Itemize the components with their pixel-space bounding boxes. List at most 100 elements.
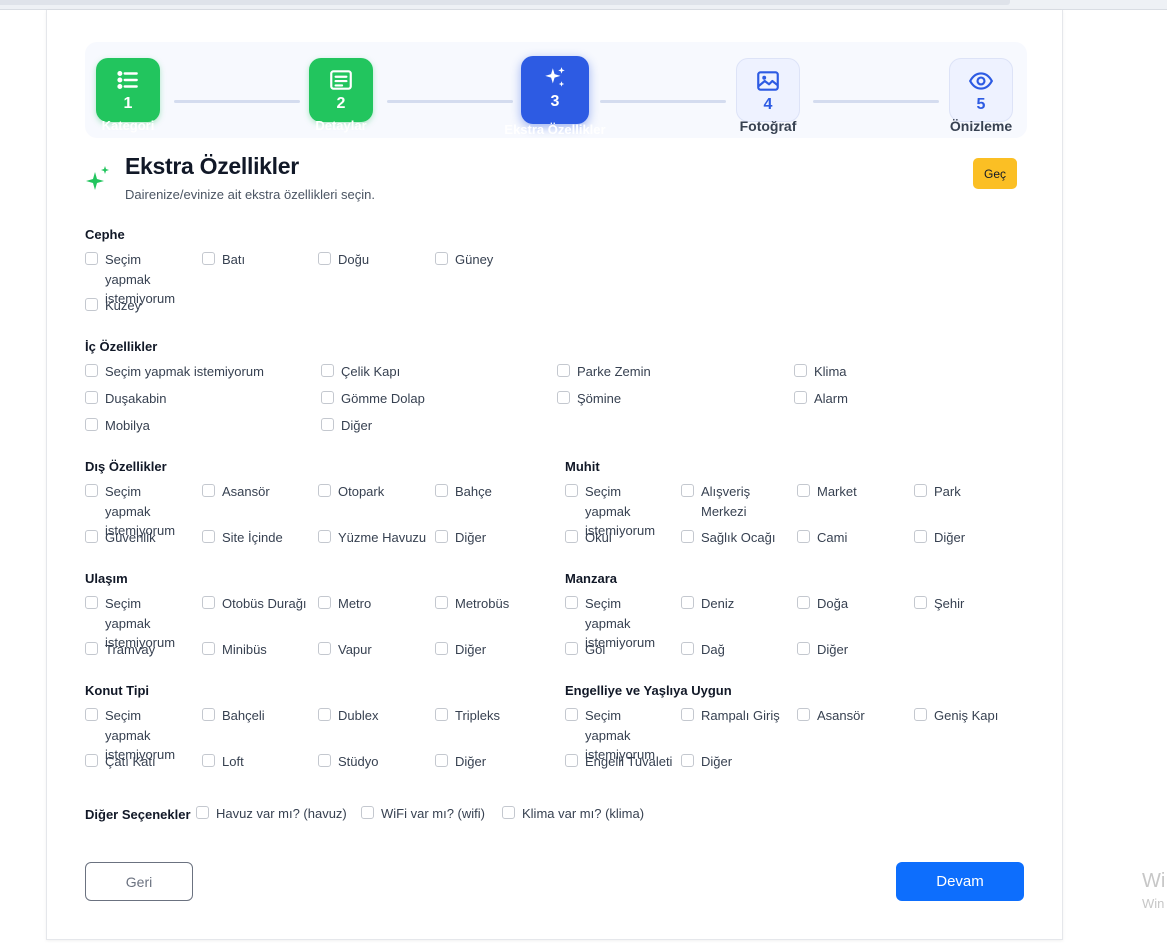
checkbox[interactable] xyxy=(794,391,807,404)
next-button[interactable]: Devam xyxy=(896,862,1024,901)
checkbox[interactable] xyxy=(202,252,215,265)
checkbox[interactable] xyxy=(202,642,215,655)
option-ic-klima[interactable]: Klima xyxy=(794,362,847,382)
option-konut-diger[interactable]: Diğer xyxy=(435,752,486,772)
option-ulasim-metro[interactable]: Metro xyxy=(318,594,371,614)
checkbox[interactable] xyxy=(196,806,209,819)
option-dis-bahce[interactable]: Bahçe xyxy=(435,482,492,502)
checkbox[interactable] xyxy=(85,596,98,609)
option-ulasim-tramvay[interactable]: Tramvay xyxy=(85,640,155,660)
back-button[interactable]: Geri xyxy=(85,862,193,901)
checkbox[interactable] xyxy=(202,754,215,767)
checkbox[interactable] xyxy=(85,298,98,311)
option-diger-havuz[interactable]: Havuz var mı? (havuz) xyxy=(196,804,347,824)
option-engelli-rampali-giris[interactable]: Rampalı Giriş xyxy=(681,706,780,726)
option-ic-mobilya[interactable]: Mobilya xyxy=(85,416,150,436)
option-cephe-kuzey[interactable]: Kuzey xyxy=(85,296,141,316)
checkbox[interactable] xyxy=(794,364,807,377)
option-dis-guvenlik[interactable]: Güvenlik xyxy=(85,528,156,548)
checkbox[interactable] xyxy=(85,364,98,377)
checkbox[interactable] xyxy=(681,484,694,497)
step-1-kategori[interactable]: 1 xyxy=(96,58,160,122)
checkbox[interactable] xyxy=(435,596,448,609)
checkbox[interactable] xyxy=(435,530,448,543)
checkbox[interactable] xyxy=(85,484,98,497)
checkbox[interactable] xyxy=(321,418,334,431)
option-dis-otopark[interactable]: Otopark xyxy=(318,482,384,502)
checkbox[interactable] xyxy=(557,364,570,377)
checkbox[interactable] xyxy=(85,530,98,543)
checkbox[interactable] xyxy=(797,484,810,497)
checkbox[interactable] xyxy=(85,642,98,655)
checkbox[interactable] xyxy=(502,806,515,819)
checkbox[interactable] xyxy=(435,642,448,655)
checkbox[interactable] xyxy=(202,484,215,497)
checkbox[interactable] xyxy=(318,754,331,767)
option-engelli-tuvalet[interactable]: Engelli Tuvaleti xyxy=(565,752,672,772)
option-ic-parke-zemin[interactable]: Parke Zemin xyxy=(557,362,651,382)
option-ic-celik-kapi[interactable]: Çelik Kapı xyxy=(321,362,400,382)
checkbox[interactable] xyxy=(202,596,215,609)
option-ulasim-diger[interactable]: Diğer xyxy=(435,640,486,660)
checkbox[interactable] xyxy=(565,484,578,497)
option-ulasim-minibus[interactable]: Minibüs xyxy=(202,640,267,660)
option-ulasim-vapur[interactable]: Vapur xyxy=(318,640,372,660)
checkbox[interactable] xyxy=(361,806,374,819)
option-ic-dusakabin[interactable]: Duşakabin xyxy=(85,389,166,409)
checkbox[interactable] xyxy=(681,596,694,609)
option-manzara-sehir[interactable]: Şehir xyxy=(914,594,964,614)
option-konut-loft[interactable]: Loft xyxy=(202,752,244,772)
checkbox[interactable] xyxy=(914,530,927,543)
option-ic-diger[interactable]: Diğer xyxy=(321,416,372,436)
option-manzara-doga[interactable]: Doğa xyxy=(797,594,848,614)
step-2-detaylar[interactable]: 2 xyxy=(309,58,373,122)
checkbox[interactable] xyxy=(202,530,215,543)
checkbox[interactable] xyxy=(85,252,98,265)
checkbox[interactable] xyxy=(85,708,98,721)
checkbox[interactable] xyxy=(565,530,578,543)
checkbox[interactable] xyxy=(914,484,927,497)
checkbox[interactable] xyxy=(85,391,98,404)
option-engelli-genis-kapi[interactable]: Geniş Kapı xyxy=(914,706,998,726)
option-dis-diger[interactable]: Diğer xyxy=(435,528,486,548)
option-muhit-avm[interactable]: Alışveriş Merkezi xyxy=(681,482,781,521)
checkbox[interactable] xyxy=(435,484,448,497)
step-4-fotograf[interactable]: 4 xyxy=(736,58,800,122)
checkbox[interactable] xyxy=(565,642,578,655)
checkbox[interactable] xyxy=(565,754,578,767)
checkbox[interactable] xyxy=(565,596,578,609)
option-muhit-okul[interactable]: Okul xyxy=(565,528,612,548)
checkbox[interactable] xyxy=(202,708,215,721)
option-ic-gomme-dolap[interactable]: Gömme Dolap xyxy=(321,389,425,409)
option-konut-cati-kati[interactable]: Çatı Katı xyxy=(85,752,156,772)
option-diger-wifi[interactable]: WiFi var mı? (wifi) xyxy=(361,804,485,824)
checkbox[interactable] xyxy=(321,391,334,404)
checkbox[interactable] xyxy=(321,364,334,377)
step-5-onizleme[interactable]: 5 xyxy=(949,58,1013,122)
checkbox[interactable] xyxy=(797,530,810,543)
checkbox[interactable] xyxy=(681,642,694,655)
option-cephe-bati[interactable]: Batı xyxy=(202,250,245,270)
checkbox[interactable] xyxy=(318,484,331,497)
checkbox[interactable] xyxy=(435,708,448,721)
checkbox[interactable] xyxy=(914,708,927,721)
checkbox[interactable] xyxy=(435,252,448,265)
step-3-ekstra[interactable]: 3 xyxy=(521,56,589,124)
checkbox[interactable] xyxy=(565,708,578,721)
option-ic-none[interactable]: Seçim yapmak istemiyorum xyxy=(85,362,264,382)
checkbox[interactable] xyxy=(318,642,331,655)
option-manzara-dag[interactable]: Dağ xyxy=(681,640,725,660)
option-cephe-dogu[interactable]: Doğu xyxy=(318,250,369,270)
option-dis-yuzme-havuzu[interactable]: Yüzme Havuzu xyxy=(318,528,426,548)
checkbox[interactable] xyxy=(681,754,694,767)
option-engelli-diger[interactable]: Diğer xyxy=(681,752,732,772)
option-diger-klima[interactable]: Klima var mı? (klima) xyxy=(502,804,644,824)
option-muhit-park[interactable]: Park xyxy=(914,482,961,502)
option-muhit-diger[interactable]: Diğer xyxy=(914,528,965,548)
option-ic-somine[interactable]: Şömine xyxy=(557,389,621,409)
checkbox[interactable] xyxy=(85,754,98,767)
option-manzara-deniz[interactable]: Deniz xyxy=(681,594,734,614)
checkbox[interactable] xyxy=(914,596,927,609)
option-dis-asansor[interactable]: Asansör xyxy=(202,482,270,502)
option-ic-alarm[interactable]: Alarm xyxy=(794,389,848,409)
